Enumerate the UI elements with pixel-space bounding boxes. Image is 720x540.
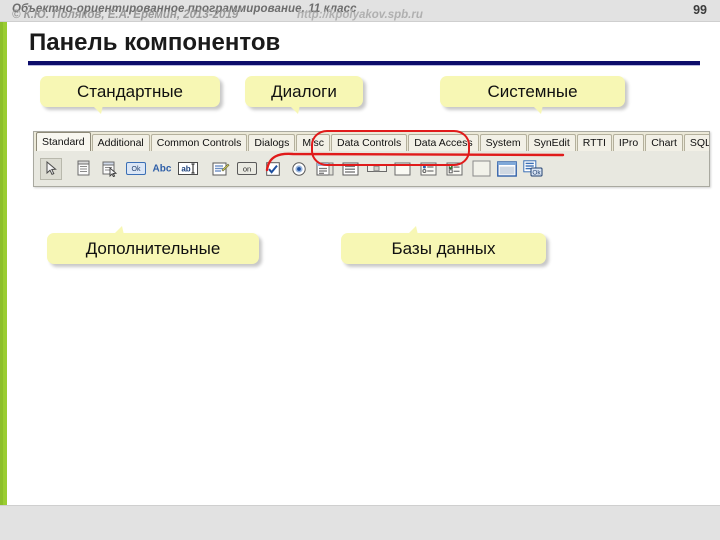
- svg-text:Ok: Ok: [132, 166, 141, 173]
- palette-tabstrip: Standard Additional Common Controls Dialogs…: [34, 132, 709, 151]
- tgroupbox-tool[interactable]: [392, 157, 414, 180]
- palette-tab-synedit[interactable]: SynEdit: [527, 134, 576, 151]
- palette-tab-ipro[interactable]: IPro: [612, 134, 645, 151]
- tradiogroup-tool[interactable]: [418, 157, 440, 180]
- callout-dialogs-label: Диалоги: [271, 81, 337, 101]
- tcheckgroup-tool[interactable]: [444, 157, 466, 180]
- palette-tab-data-controls[interactable]: Data Controls: [331, 134, 408, 151]
- tlistbox-tool[interactable]: [314, 157, 336, 180]
- callout-additional: Дополнительные: [47, 226, 259, 264]
- ttogglebox-tool[interactable]: on: [236, 157, 258, 180]
- slide: Объектно-ориентированное программировани…: [0, 0, 720, 540]
- svg-text:on: on: [243, 164, 251, 173]
- callout-tail: [92, 105, 103, 114]
- page-number: 99: [693, 3, 707, 17]
- palette-tab-common-controls[interactable]: Common Controls: [150, 134, 248, 151]
- palette-tab-chart[interactable]: Chart: [645, 134, 683, 151]
- palette-tab-system[interactable]: System: [479, 134, 527, 151]
- callout-tail: [289, 105, 300, 114]
- tmemo-tool[interactable]: [210, 157, 232, 180]
- callout-tail: [113, 226, 124, 235]
- svg-text:Ok: Ok: [532, 169, 541, 176]
- tcheckbox-tool[interactable]: [262, 157, 284, 180]
- tpaintbox-tool[interactable]: [496, 157, 518, 180]
- palette-tab-sqldb[interactable]: SQLdb: [683, 134, 709, 151]
- component-palette: Standard Additional Common Controls Dialogs…: [33, 131, 710, 187]
- tedit-tool[interactable]: ab: [177, 157, 199, 180]
- pointer-tool[interactable]: [40, 157, 62, 180]
- tmainmenu-tool[interactable]: [99, 157, 121, 180]
- palette-tab-misc[interactable]: Misc: [296, 134, 330, 151]
- svg-text:Abc: Abc: [153, 164, 172, 175]
- tpanel-tool[interactable]: [470, 157, 492, 180]
- tcombobox-tool[interactable]: [340, 157, 362, 180]
- callout-database-label: Базы данных: [391, 238, 496, 258]
- page-title: Панель компонентов: [29, 29, 281, 56]
- tlabel-tool[interactable]: Abc: [151, 157, 173, 180]
- left-accent-bar-inner: [0, 0, 3, 540]
- callout-tail: [407, 226, 418, 235]
- tradiobutton-tool[interactable]: [288, 157, 310, 180]
- palette-toolbar: Ok Abc ab on Ok: [34, 152, 709, 185]
- callout-additional-label: Дополнительные: [85, 238, 221, 258]
- palette-tab-dialogs[interactable]: Dialogs: [248, 134, 296, 151]
- callout-tail: [532, 105, 543, 114]
- title-divider-shadow: [28, 65, 700, 66]
- footer-url[interactable]: http://kpolyakov.spb.ru: [297, 9, 423, 21]
- tbutton-tool[interactable]: Ok: [125, 157, 147, 180]
- callout-standard: Стандартные: [40, 76, 220, 114]
- svg-text:ab: ab: [181, 165, 190, 174]
- callout-database: Базы данных: [341, 226, 546, 264]
- palette-tab-rtti[interactable]: RTTI: [576, 134, 612, 151]
- palette-tab-data-access[interactable]: Data Access: [408, 134, 479, 151]
- tactionlist-tool[interactable]: Ok: [522, 157, 544, 180]
- callout-system-label: Системные: [487, 81, 578, 101]
- footer-copyright: © К.Ю. Поляков, Е.А. Ерёмин, 2013-2019: [12, 9, 239, 21]
- callout-dialogs: Диалоги: [245, 76, 363, 114]
- callout-standard-label: Стандартные: [76, 81, 184, 101]
- tscrollbar-tool[interactable]: [366, 157, 388, 180]
- left-accent-bar: [0, 0, 7, 540]
- footer-band: [0, 505, 720, 540]
- tframe-tool[interactable]: [73, 157, 95, 180]
- callout-system: Системные: [440, 76, 625, 114]
- palette-tab-additional[interactable]: Additional: [91, 134, 150, 151]
- palette-tab-standard[interactable]: Standard: [36, 132, 91, 151]
